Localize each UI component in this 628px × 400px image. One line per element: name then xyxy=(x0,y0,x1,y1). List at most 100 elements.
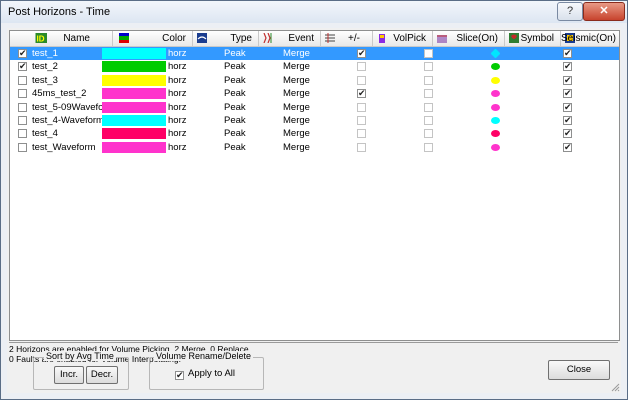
seismic-checkbox[interactable]: ✔ xyxy=(563,75,572,85)
horizon-event: Peak xyxy=(224,48,246,59)
volpick-checkbox[interactable] xyxy=(357,129,366,139)
horizon-row[interactable]: ✔ test_2 horz Peak Merge ✔ xyxy=(10,60,619,73)
horizon-name: test_3 xyxy=(32,74,58,86)
horizon-enable-checkbox[interactable]: ✔ xyxy=(18,62,27,72)
horizon-name: test_1 xyxy=(32,48,58,59)
seismic-checkbox[interactable]: ✔ xyxy=(563,142,572,152)
horizon-name: test_Waveform xyxy=(32,141,96,153)
horizon-row[interactable]: test_4-Waveform horz Peak Merge ✔ xyxy=(10,114,619,127)
title-bar: Post Horizons - Time ? ✕ xyxy=(1,1,627,23)
horizon-color-swatch[interactable] xyxy=(102,128,166,140)
col-volpick[interactable]: VolPick xyxy=(373,31,433,46)
post-horizons-dialog: Post Horizons - Time ? ✕ ID Name Color T… xyxy=(0,0,628,400)
seismic-checkbox[interactable]: ✔ xyxy=(563,89,572,99)
col-type[interactable]: Type xyxy=(193,31,259,46)
horizon-enable-checkbox[interactable] xyxy=(18,102,27,112)
volpick-checkbox[interactable]: ✔ xyxy=(357,89,366,99)
dialog-client: ID Name Color Type Event +/- VolPick Sli… xyxy=(7,28,621,393)
svg-text:ID: ID xyxy=(37,35,45,44)
col-color[interactable]: Color xyxy=(113,31,193,46)
horizon-color-swatch[interactable] xyxy=(102,88,166,100)
horizon-symbol-marker[interactable] xyxy=(491,103,500,111)
col-slice[interactable]: Slice(On) xyxy=(433,31,505,46)
horizon-merge: Merge xyxy=(283,88,310,100)
horizon-color-swatch[interactable] xyxy=(102,74,166,86)
volpick-checkbox[interactable]: ✔ xyxy=(357,49,366,58)
volpick-checkbox[interactable] xyxy=(357,116,366,125)
horizon-event: Peak xyxy=(224,74,246,86)
seismic-checkbox[interactable]: ✔ xyxy=(563,102,572,112)
sort-decr-button[interactable]: Decr. xyxy=(86,366,118,384)
horizon-enable-checkbox[interactable] xyxy=(18,129,27,139)
horizon-symbol-marker[interactable] xyxy=(491,143,500,151)
horizon-merge: Merge xyxy=(283,74,310,86)
slice-icon xyxy=(437,35,447,43)
volpick-checkbox[interactable] xyxy=(357,62,366,72)
seismic-checkbox[interactable]: ✔ xyxy=(563,62,572,72)
horizon-symbol-marker[interactable] xyxy=(491,90,500,98)
slice-checkbox[interactable] xyxy=(424,142,433,152)
horizon-color-swatch[interactable] xyxy=(102,115,166,126)
horizon-color-swatch[interactable] xyxy=(102,101,166,113)
slice-checkbox[interactable] xyxy=(424,75,433,85)
sort-incr-button[interactable]: Incr. xyxy=(54,366,84,384)
plus-minus-icon xyxy=(325,33,335,43)
slice-checkbox[interactable] xyxy=(424,89,433,99)
volume-rename-group: Volume Rename/Delete ✔ Apply to All xyxy=(149,351,264,390)
horizon-enable-checkbox[interactable] xyxy=(18,75,27,85)
volpick-checkbox[interactable] xyxy=(357,75,366,85)
horizon-row[interactable]: ✔ test_1 horz Peak Merge ✔ ✔ xyxy=(10,47,619,60)
slice-checkbox[interactable] xyxy=(424,49,433,58)
horizon-merge: Merge xyxy=(283,101,310,113)
col-plusminus[interactable]: +/- xyxy=(321,31,373,46)
apply-to-all-checkbox[interactable]: ✔ xyxy=(175,371,184,380)
horizon-symbol-marker[interactable] xyxy=(491,76,500,84)
horizon-row[interactable]: test_3 horz Peak Merge ✔ xyxy=(10,74,619,87)
horizon-symbol-marker[interactable] xyxy=(491,63,500,71)
seismic-checkbox[interactable]: ✔ xyxy=(563,116,572,125)
horizon-name: test_4-Waveform xyxy=(32,115,104,126)
horizon-color-swatch[interactable] xyxy=(102,48,166,59)
window-title: Post Horizons - Time xyxy=(8,6,111,18)
slice-checkbox[interactable] xyxy=(424,62,433,72)
slice-checkbox[interactable] xyxy=(424,116,433,125)
horizon-list[interactable]: ID Name Color Type Event +/- VolPick Sli… xyxy=(9,30,620,341)
col-name[interactable]: ID Name xyxy=(10,31,113,46)
horizon-color-swatch[interactable] xyxy=(102,61,166,73)
horizon-symbol-marker[interactable] xyxy=(491,117,500,124)
horizon-event: Peak xyxy=(224,88,246,100)
horizon-name: test_4 xyxy=(32,128,58,140)
window-close-button[interactable]: ✕ xyxy=(583,2,625,21)
help-button[interactable]: ? xyxy=(557,2,583,21)
horizon-row[interactable]: test_5-09Waveform horz Peak Merge ✔ xyxy=(10,101,619,114)
volume-rename-label: Volume Rename/Delete xyxy=(154,351,254,361)
sort-group-label: Sort by Avg Time xyxy=(44,351,116,361)
slice-checkbox[interactable] xyxy=(424,129,433,139)
seismic-checkbox[interactable]: ✔ xyxy=(563,129,572,139)
horizon-row[interactable]: 45ms_test_2 horz Peak Merge ✔ ✔ xyxy=(10,87,619,100)
horizon-enable-checkbox[interactable] xyxy=(18,142,27,152)
volpick-checkbox[interactable] xyxy=(357,142,366,152)
col-event[interactable]: Event xyxy=(259,31,321,46)
horizon-merge: Merge xyxy=(283,115,310,126)
resize-grip-icon[interactable] xyxy=(610,382,620,392)
close-button[interactable]: Close xyxy=(548,360,610,380)
horizon-name: 45ms_test_2 xyxy=(32,88,87,100)
horizon-symbol-marker[interactable] xyxy=(491,130,500,138)
col-symbol[interactable]: Symbol xyxy=(505,31,561,46)
horizon-enable-checkbox[interactable] xyxy=(18,116,27,125)
horizon-symbol-marker[interactable] xyxy=(490,48,501,59)
horizon-row[interactable]: test_Waveform horz Peak Merge ✔ xyxy=(10,141,619,154)
seismic-checkbox[interactable]: ✔ xyxy=(563,49,572,58)
col-seismic[interactable]: Seismic(On) xyxy=(561,31,619,46)
horizon-enable-checkbox[interactable] xyxy=(18,89,27,99)
horizon-event: Peak xyxy=(224,141,246,153)
event-waveform-icon xyxy=(263,33,272,43)
slice-checkbox[interactable] xyxy=(424,102,433,112)
horizon-row[interactable]: test_4 horz Peak Merge ✔ xyxy=(10,127,619,140)
volpick-checkbox[interactable] xyxy=(357,102,366,112)
horizon-color-swatch[interactable] xyxy=(102,141,166,153)
horizon-enable-checkbox[interactable]: ✔ xyxy=(18,49,27,58)
symbol-icon xyxy=(509,33,519,43)
horizon-type: horz xyxy=(168,48,187,59)
